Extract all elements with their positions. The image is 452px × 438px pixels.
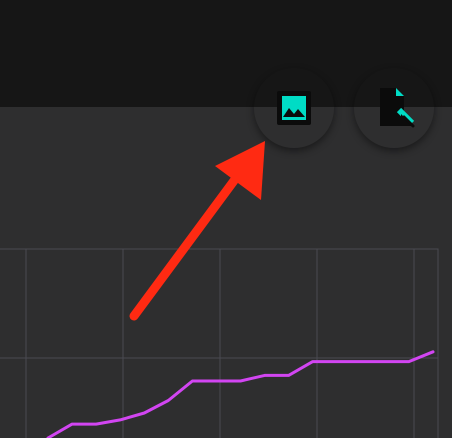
chart-grid — [0, 248, 439, 438]
file-cursor-icon — [370, 84, 418, 132]
export-file-button[interactable] — [354, 68, 434, 148]
image-button[interactable] — [254, 68, 334, 148]
series-line — [46, 350, 435, 438]
chart-series — [46, 350, 435, 438]
line-chart — [0, 248, 439, 438]
image-icon — [274, 88, 314, 128]
chart-frame — [0, 248, 439, 438]
